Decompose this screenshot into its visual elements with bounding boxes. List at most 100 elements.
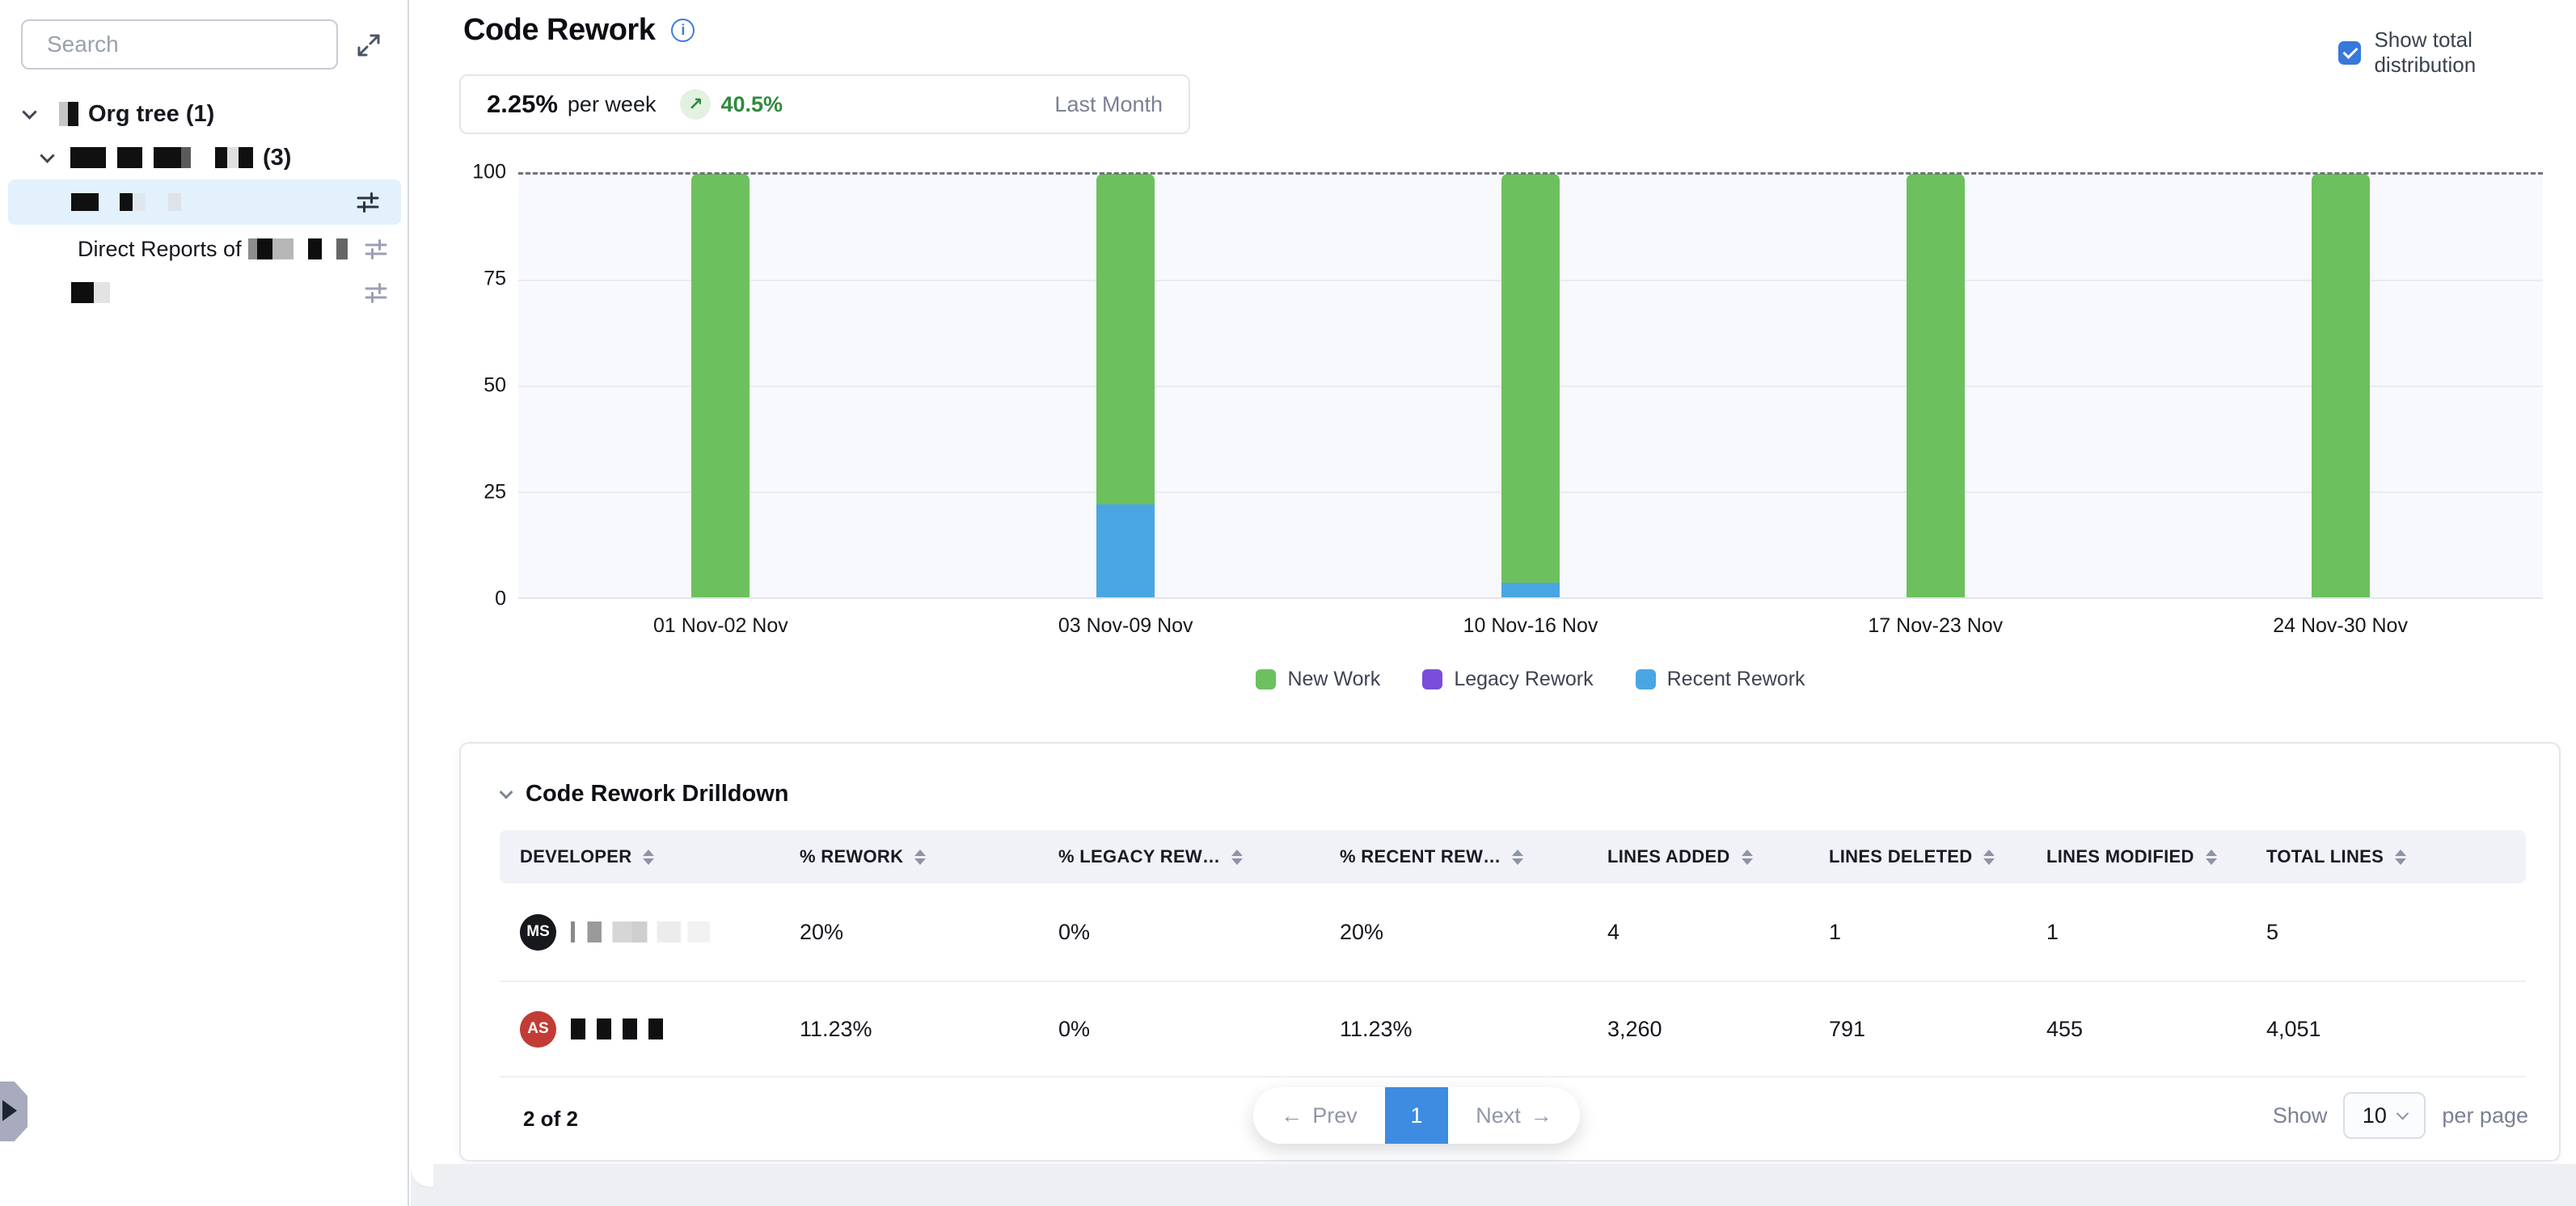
y-tick-label: 25	[484, 481, 506, 504]
stacked-bar-03-nov-09-nov[interactable]	[1096, 174, 1155, 597]
column-header[interactable]: LINES ADDED	[1587, 846, 1809, 867]
stacked-bar-17-nov-23-nov[interactable]	[1907, 174, 1965, 597]
chart-bars	[518, 174, 2543, 597]
table-footer: 2 of 2 ← Prev 1 Next → Show 10 per page	[461, 1077, 2559, 1162]
tune-filter-icon[interactable]	[356, 190, 380, 214]
legend-item-recent-rework[interactable]: Recent Rework	[1636, 668, 1805, 691]
cell-legacy: 0%	[1038, 920, 1320, 945]
chevron-down-icon[interactable]	[500, 785, 513, 799]
stat-unit: per week	[568, 92, 657, 117]
sort-icon[interactable]	[2395, 850, 2406, 865]
column-header[interactable]: TOTAL LINES	[2246, 846, 2526, 867]
trend-up-icon: ↗	[688, 94, 703, 115]
redacted-text	[272, 238, 293, 259]
legend-item-legacy-rework[interactable]: Legacy Rework	[1422, 668, 1593, 691]
chart-plot	[518, 172, 2543, 599]
chart-y-axis: 0255075100	[420, 172, 506, 599]
chart-legend: New Work Legacy Rework Recent Rework	[518, 668, 2543, 691]
avatar: AS	[520, 1011, 556, 1048]
bar-slot	[518, 174, 923, 597]
legend-swatch	[1256, 669, 1276, 689]
redacted-text	[308, 238, 322, 259]
bar-slot	[2138, 174, 2543, 597]
tune-filter-icon[interactable]	[364, 237, 388, 261]
drilldown-title: Code Rework Drilldown	[526, 781, 788, 808]
current-page-button[interactable]: 1	[1385, 1087, 1448, 1144]
sort-icon[interactable]	[1231, 850, 1243, 865]
sidebar-collapse-handle[interactable]	[0, 1082, 27, 1141]
redacted-developer-name	[571, 921, 710, 942]
checkbox-checked-icon[interactable]	[2338, 41, 2361, 65]
column-header[interactable]: % LEGACY REW…	[1038, 846, 1320, 867]
trend-circle: ↗	[680, 89, 711, 120]
chevron-down-icon[interactable]	[40, 148, 54, 162]
legend-item-new-work[interactable]: New Work	[1256, 668, 1380, 691]
chevron-down-icon[interactable]	[22, 104, 36, 119]
cell-modified: 455	[2026, 1017, 2246, 1042]
cell-added: 3,260	[1587, 1017, 1809, 1042]
column-header-label: LINES ADDED	[1607, 846, 1730, 867]
legend-label: Recent Rework	[1667, 668, 1805, 691]
stacked-bar-24-nov-30-nov[interactable]	[2312, 174, 2370, 597]
legend-swatch	[1422, 669, 1442, 689]
sort-icon[interactable]	[914, 850, 926, 865]
page-header: Code Rework i	[463, 13, 695, 48]
chart-x-labels: 01 Nov-02 Nov03 Nov-09 Nov10 Nov-16 Nov1…	[518, 614, 2543, 638]
x-tick-label: 17 Nov-23 Nov	[1733, 614, 2138, 638]
redacted-developer-name	[571, 1018, 663, 1039]
cell-total: 4,051	[2246, 1017, 2526, 1042]
table-row[interactable]: MS20%0%20%4115	[500, 883, 2526, 980]
pagination: ← Prev 1 Next →	[1253, 1087, 1580, 1144]
column-header-label: % RECENT REW…	[1340, 846, 1501, 867]
redacted-text	[215, 147, 253, 168]
sort-icon[interactable]	[643, 850, 654, 865]
org-tree-label: Org tree (1)	[88, 101, 214, 128]
toggle-label: Show total distribution	[2374, 27, 2576, 78]
tune-filter-icon[interactable]	[364, 280, 388, 305]
next-arrow-icon: →	[1531, 1103, 1552, 1128]
search-box[interactable]	[21, 19, 338, 70]
stat-period: Last Month	[1054, 92, 1163, 117]
bar-segment-new-work	[1907, 174, 1965, 597]
drilldown-header[interactable]: Code Rework Drilldown	[501, 781, 788, 808]
sidebar-item-direct-reports[interactable]: Direct Reports of	[0, 231, 409, 267]
column-header-label: % REWORK	[800, 846, 903, 867]
bar-slot	[923, 174, 1328, 597]
stacked-bar-10-nov-16-nov[interactable]	[1501, 174, 1560, 597]
panel-corner	[411, 1164, 433, 1187]
column-header-label: % LEGACY REW…	[1058, 846, 1220, 867]
column-header[interactable]: DEVELOPER	[500, 846, 779, 867]
show-total-distribution-toggle[interactable]: Show total distribution	[2338, 27, 2576, 78]
page-title: Code Rework	[463, 13, 655, 48]
expand-sidebar-icon[interactable]	[354, 31, 383, 60]
column-header-label: TOTAL LINES	[2266, 846, 2384, 867]
sidebar-item-org-tree[interactable]: Org tree (1)	[0, 95, 409, 133]
next-page-button[interactable]: Next →	[1448, 1087, 1580, 1144]
info-icon[interactable]: i	[671, 19, 695, 42]
redacted-text	[71, 193, 99, 211]
sidebar-item-redacted[interactable]	[0, 275, 409, 310]
next-label: Next	[1476, 1103, 1521, 1128]
search-input[interactable]	[47, 32, 339, 57]
stacked-bar-01-nov-02-nov[interactable]	[691, 174, 750, 597]
column-header-label: DEVELOPER	[520, 846, 631, 867]
sidebar-item-selected[interactable]	[8, 179, 401, 225]
bar-segment-new-work	[1501, 174, 1560, 583]
sort-icon[interactable]	[1742, 850, 1753, 865]
redacted-text	[257, 238, 272, 259]
sort-icon[interactable]	[1983, 850, 1995, 865]
column-header[interactable]: % RECENT REW…	[1320, 846, 1587, 867]
prev-page-button[interactable]: ← Prev	[1253, 1087, 1385, 1144]
column-header[interactable]: % REWORK	[779, 846, 1038, 867]
sort-icon[interactable]	[1512, 850, 1523, 865]
table-body: MS20%0%20%4115AS11.23%0%11.23%3,26079145…	[500, 883, 2526, 1077]
cell-total: 5	[2246, 920, 2526, 945]
sidebar-item-group[interactable]: (3)	[0, 139, 409, 176]
direct-reports-label: Direct Reports of	[78, 237, 242, 262]
page-size-select[interactable]: 10	[2343, 1092, 2426, 1139]
sort-icon[interactable]	[2206, 850, 2217, 865]
column-header[interactable]: LINES MODIFIED	[2026, 846, 2246, 867]
column-header[interactable]: LINES DELETED	[1809, 846, 2026, 867]
table-row[interactable]: AS11.23%0%11.23%3,2607914554,051	[500, 980, 2526, 1077]
bar-segment-new-work	[691, 174, 750, 597]
